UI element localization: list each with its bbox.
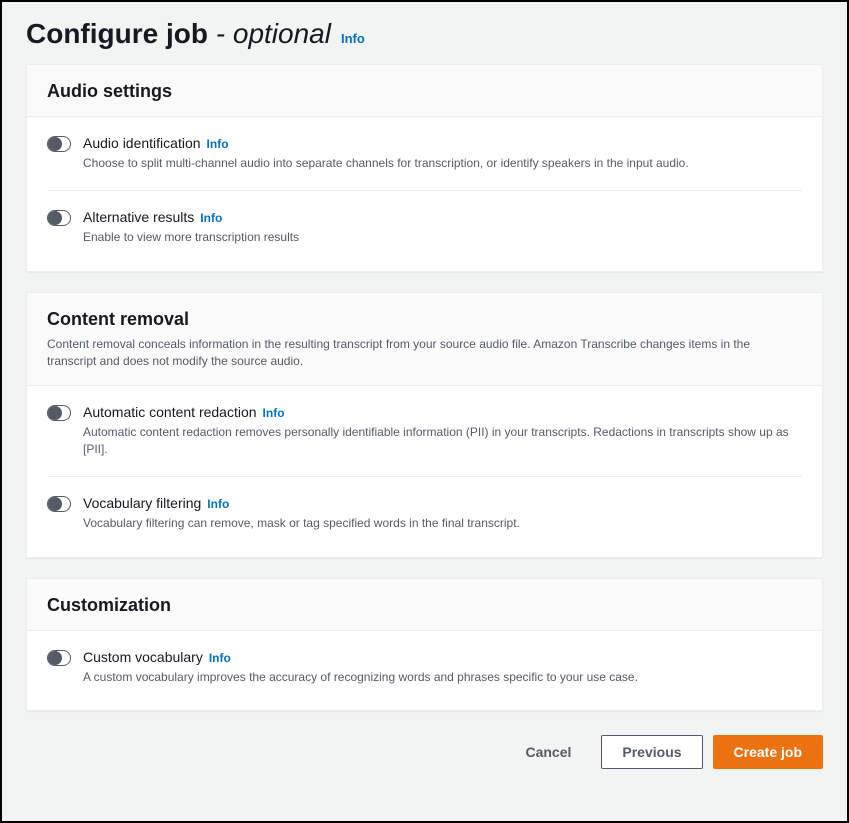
page-info-link[interactable]: Info (341, 31, 365, 46)
custom-vocabulary-label-row: Custom vocabulary Info (83, 649, 802, 665)
alternative-results-toggle[interactable] (47, 210, 71, 226)
audio-identification-toggle[interactable] (47, 136, 71, 152)
alternative-results-desc: Enable to view more transcription result… (83, 229, 802, 246)
page-header: Configure job - optional Info (26, 18, 823, 50)
audio-settings-title: Audio settings (47, 81, 802, 102)
toggle-thumb (48, 406, 62, 420)
alternative-results-label: Alternative results (83, 209, 194, 225)
custom-vocabulary-body: Custom vocabulary Info A custom vocabula… (83, 649, 802, 686)
audio-identification-desc: Choose to split multi-channel audio into… (83, 155, 802, 172)
vocabulary-filtering-setting: Vocabulary filtering Info Vocabulary fil… (47, 477, 802, 556)
content-removal-title: Content removal (47, 309, 802, 330)
audio-identification-label: Audio identification (83, 135, 201, 151)
audio-identification-label-row: Audio identification Info (83, 135, 802, 151)
vocabulary-filtering-body: Vocabulary filtering Info Vocabulary fil… (83, 495, 802, 532)
page-title-optional: - optional (216, 18, 331, 49)
automatic-redaction-desc: Automatic content redaction removes pers… (83, 424, 802, 459)
page-title: Configure job - optional (26, 18, 331, 50)
vocabulary-filtering-label: Vocabulary filtering (83, 495, 201, 511)
custom-vocabulary-info-link[interactable]: Info (209, 651, 231, 665)
vocabulary-filtering-desc: Vocabulary filtering can remove, mask or… (83, 515, 802, 532)
audio-settings-panel: Audio settings Audio identification Info… (26, 64, 823, 272)
automatic-redaction-toggle[interactable] (47, 405, 71, 421)
customization-panel: Customization Custom vocabulary Info A c… (26, 578, 823, 711)
cancel-button[interactable]: Cancel (505, 736, 591, 768)
vocabulary-filtering-label-row: Vocabulary filtering Info (83, 495, 802, 511)
audio-settings-header: Audio settings (27, 65, 822, 117)
configure-job-page: Configure job - optional Info Audio sett… (2, 2, 847, 821)
audio-identification-body: Audio identification Info Choose to spli… (83, 135, 802, 172)
vocabulary-filtering-toggle[interactable] (47, 496, 71, 512)
create-job-button[interactable]: Create job (713, 735, 823, 769)
audio-settings-body: Audio identification Info Choose to spli… (27, 117, 822, 271)
content-removal-header: Content removal Content removal conceals… (27, 293, 822, 386)
automatic-redaction-setting: Automatic content redaction Info Automat… (47, 386, 802, 478)
alternative-results-label-row: Alternative results Info (83, 209, 802, 225)
customization-header: Customization (27, 579, 822, 631)
custom-vocabulary-setting: Custom vocabulary Info A custom vocabula… (47, 631, 802, 710)
alternative-results-body: Alternative results Info Enable to view … (83, 209, 802, 246)
alternative-results-info-link[interactable]: Info (200, 211, 222, 225)
footer-actions: Cancel Previous Create job (26, 731, 823, 769)
automatic-redaction-label: Automatic content redaction (83, 404, 257, 420)
content-removal-panel: Content removal Content removal conceals… (26, 292, 823, 558)
toggle-thumb (48, 137, 62, 151)
toggle-thumb (48, 651, 62, 665)
content-removal-desc: Content removal conceals information in … (47, 336, 802, 371)
customization-title: Customization (47, 595, 802, 616)
audio-identification-info-link[interactable]: Info (207, 137, 229, 151)
vocabulary-filtering-info-link[interactable]: Info (207, 497, 229, 511)
page-title-main: Configure job (26, 18, 216, 49)
audio-identification-setting: Audio identification Info Choose to spli… (47, 117, 802, 191)
automatic-redaction-label-row: Automatic content redaction Info (83, 404, 802, 420)
alternative-results-setting: Alternative results Info Enable to view … (47, 191, 802, 270)
customization-body: Custom vocabulary Info A custom vocabula… (27, 631, 822, 710)
custom-vocabulary-label: Custom vocabulary (83, 649, 203, 665)
previous-button[interactable]: Previous (601, 735, 702, 769)
content-removal-body: Automatic content redaction Info Automat… (27, 386, 822, 557)
custom-vocabulary-toggle[interactable] (47, 650, 71, 666)
automatic-redaction-info-link[interactable]: Info (263, 406, 285, 420)
automatic-redaction-body: Automatic content redaction Info Automat… (83, 404, 802, 459)
custom-vocabulary-desc: A custom vocabulary improves the accurac… (83, 669, 802, 686)
